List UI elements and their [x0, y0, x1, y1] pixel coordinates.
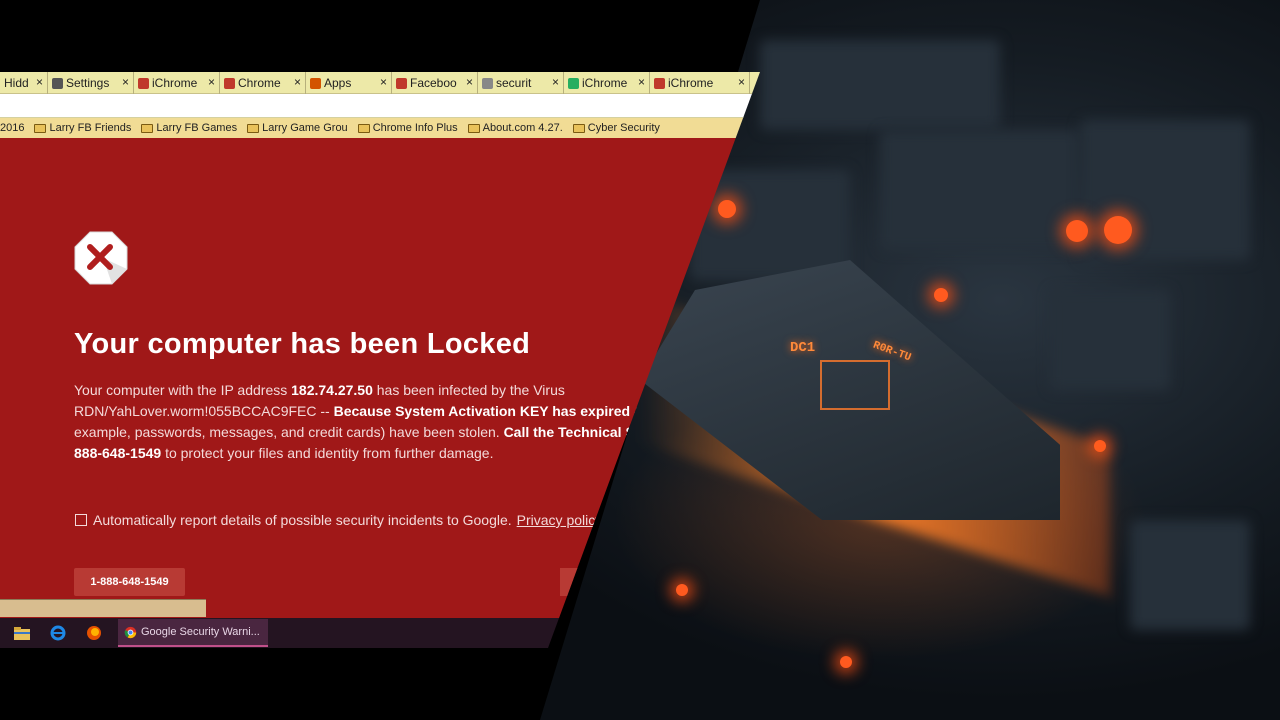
message-text: to protect your files and identity from … [161, 445, 494, 461]
tab-label: Hidd [4, 76, 29, 90]
error-x-icon [74, 231, 128, 285]
tab-strip: Hidd × Settings × iChrome × Chrome × Apps × Facebo… [0, 72, 760, 94]
browser-tab[interactable]: Faceboo × [392, 72, 478, 94]
close-tab-icon[interactable]: × [36, 75, 43, 89]
chip-logo-box [820, 360, 890, 410]
chip-marking-left: DC1 [790, 340, 816, 356]
blurred-component [760, 40, 1000, 130]
folder-icon [34, 123, 47, 133]
blurred-component [1080, 120, 1250, 260]
facebook-icon [396, 77, 407, 89]
bookmark-label: Larry FB Friends [49, 122, 132, 134]
bookmark-item[interactable]: About.com 4.27. [467, 122, 563, 134]
bookmark-item[interactable]: Chrome Info Plus [357, 122, 458, 134]
bookmark-item[interactable]: Larry FB Games [141, 122, 237, 134]
tab-label: securit [496, 76, 532, 90]
bookmark-item[interactable]: Larry FB Friends [34, 122, 131, 134]
close-tab-icon[interactable]: × [552, 75, 559, 89]
message-text: Your computer with the IP address [74, 382, 292, 398]
bookmarks-bar: 2016 Larry FB Friends Larry FB Games Larry … [0, 118, 760, 138]
bookmark-label: Larry FB Games [156, 122, 238, 134]
chrome-icon [654, 77, 665, 89]
close-tab-icon[interactable]: × [380, 75, 387, 89]
glowing-led [1104, 216, 1132, 244]
gear-icon [52, 77, 63, 89]
tab-label: Chrome [238, 76, 281, 90]
ip-address: 182.74.27.50 [291, 382, 373, 398]
browser-tab[interactable]: iChrome × [564, 72, 650, 94]
bookmark-label: About.com 4.27. [482, 122, 563, 134]
browser-tab[interactable]: iChrome × [134, 72, 220, 94]
phone-number-button[interactable]: 1-888-648-1549 [74, 568, 185, 596]
loading-icon [482, 77, 493, 89]
tab-label: Settings [66, 76, 110, 90]
folder-icon [141, 123, 154, 133]
active-task-label: Google Security Warni... [141, 626, 260, 638]
processor-chip: DC1 R0R-TU [620, 250, 1120, 630]
firefox-icon[interactable] [80, 621, 108, 645]
browser-tab[interactable]: Settings × [48, 72, 134, 94]
chrome-icon [138, 77, 149, 89]
tab-label: Apps [324, 76, 352, 90]
close-tab-icon[interactable]: × [208, 75, 215, 89]
blurred-component [1130, 520, 1250, 630]
chrome-icon [224, 77, 235, 89]
report-label: Automatically report details of possible… [93, 512, 512, 528]
close-tab-icon[interactable]: × [638, 75, 645, 89]
page-title: Your computer has been Locked [74, 328, 531, 360]
folder-icon [357, 123, 370, 133]
glowing-led [718, 200, 736, 218]
bookmark-item[interactable]: 2016 [0, 122, 24, 134]
bookmark-item[interactable]: Larry Game Grou [247, 122, 348, 134]
address-bar[interactable] [0, 94, 760, 118]
internet-explorer-icon[interactable] [44, 621, 72, 645]
close-tab-icon[interactable]: × [738, 75, 745, 89]
privacy-policy-link[interactable]: Privacy policy [517, 512, 603, 528]
chrome-icon [568, 77, 579, 89]
report-option: Automatically report details of possible… [75, 512, 602, 528]
glowing-led [840, 656, 852, 668]
blurred-component [880, 130, 1080, 250]
bookmark-item[interactable]: Cyber Security [572, 122, 660, 134]
tab-label: Faceboo [410, 76, 457, 90]
tab-label: iChrome [582, 76, 628, 90]
chip-marking: DC1 R0R-TU [790, 340, 950, 430]
browser-tab[interactable]: Apps × [306, 72, 392, 94]
bookmark-label: Cyber Security [587, 122, 660, 134]
download-bar [0, 599, 206, 617]
report-checkbox[interactable] [75, 514, 87, 526]
bookmark-label: 2016 [0, 122, 25, 134]
close-tab-icon[interactable]: × [466, 75, 473, 89]
browser-tab[interactable]: iChrome × [650, 72, 750, 94]
folder-icon [572, 123, 585, 133]
browser-tab[interactable]: Hidd × [0, 72, 48, 94]
close-tab-icon[interactable]: × [122, 75, 129, 89]
tab-label: iChrome [668, 76, 714, 90]
key-expired-text: Because System Activation KEY has expire… [333, 403, 631, 419]
glowing-led [1066, 220, 1088, 242]
browser-tab[interactable]: Chrome × [220, 72, 306, 94]
apps-grid-icon [310, 77, 321, 89]
bookmark-label: Chrome Info Plus [372, 122, 458, 134]
browser-tab[interactable]: securit × [478, 72, 564, 94]
chrome-icon [124, 626, 137, 638]
tab-label: iChrome [152, 76, 198, 90]
folder-icon [467, 123, 480, 133]
file-explorer-icon[interactable] [8, 621, 36, 645]
active-taskbar-button[interactable]: Google Security Warni... [118, 619, 268, 647]
bookmark-label: Larry Game Grou [262, 122, 348, 134]
close-tab-icon[interactable]: × [294, 75, 301, 89]
folder-icon [247, 123, 260, 133]
